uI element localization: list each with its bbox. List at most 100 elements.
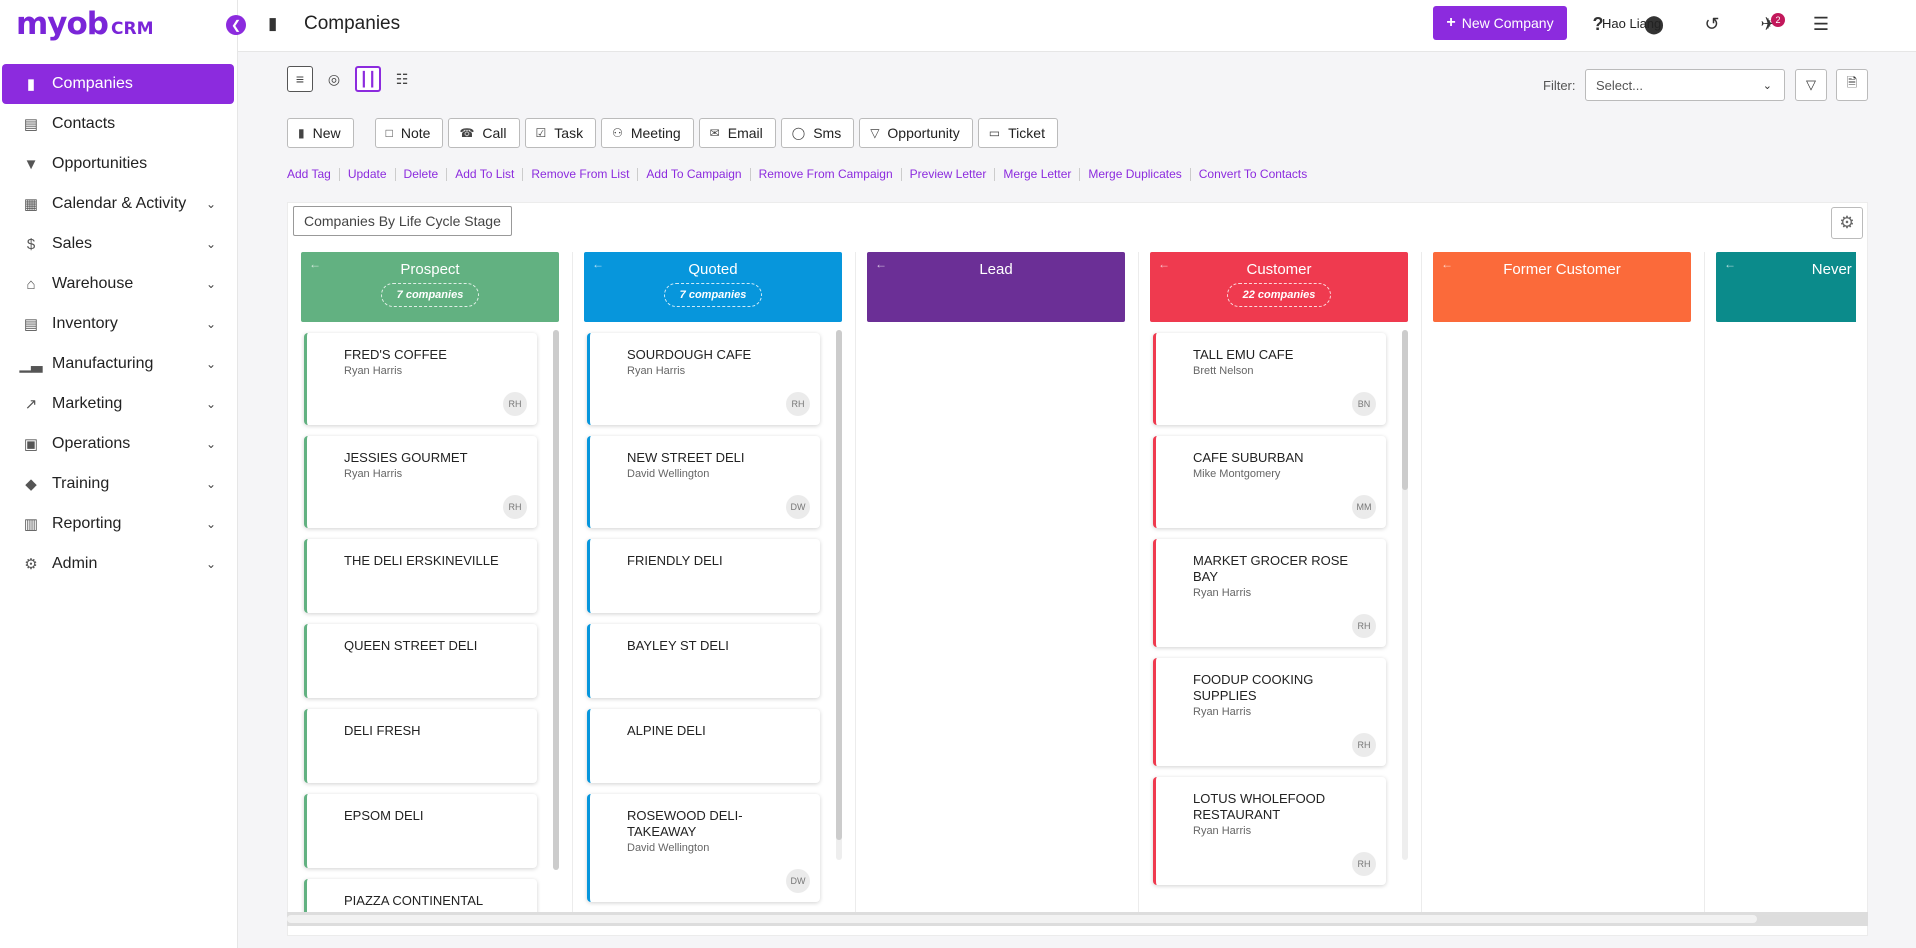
link-remove-from-list[interactable]: Remove From List — [522, 168, 637, 181]
company-card[interactable]: CAFE SUBURBAN Mike Montgomery MM — [1153, 436, 1386, 528]
sidebar-item-warehouse[interactable]: ⌂ Warehouse ⌄ — [0, 264, 238, 304]
company-card[interactable]: TALL EMU CAFE Brett Nelson BN — [1153, 333, 1386, 425]
arrow-left-icon[interactable]: ← — [309, 257, 321, 271]
link-update[interactable]: Update — [338, 168, 395, 181]
kanban-column-never-wo: ← Never Wo — [1716, 252, 1856, 916]
company-card[interactable]: FRED'S COFFEE Ryan Harris RH — [304, 333, 537, 425]
column-header[interactable]: ← Prospect 7 companies — [301, 252, 559, 322]
company-card[interactable]: MARKET GROCER ROSE BAY Ryan Harris RH — [1153, 539, 1386, 647]
arrow-left-icon[interactable]: ← — [875, 257, 887, 271]
company-card[interactable]: FRIENDLY DELI — [587, 539, 820, 613]
sidebar-item-contacts[interactable]: ▤ Contacts — [0, 104, 238, 144]
sidebar-item-opportunities[interactable]: ▼ Opportunities — [0, 144, 238, 184]
column-header[interactable]: ← Quoted 7 companies — [584, 252, 842, 322]
column-scrollbar[interactable] — [836, 330, 842, 860]
filter-select-value: Select... — [1596, 77, 1643, 93]
email-button[interactable]: ✉ Email — [698, 118, 776, 148]
column-scrollbar-thumb[interactable] — [1402, 330, 1408, 490]
new-company-button[interactable]: + New Company — [1433, 6, 1567, 40]
company-card[interactable]: EPSOM DELI — [304, 794, 537, 868]
chevron-down-icon[interactable]: ⌄ — [206, 557, 216, 571]
company-card[interactable]: JESSIES GOURMET Ryan Harris RH — [304, 436, 537, 528]
company-card[interactable]: BAYLEY ST DELI — [587, 624, 820, 698]
export-excel-button[interactable]: 🗎 — [1836, 69, 1868, 101]
history-icon[interactable]: ↺ — [1699, 11, 1725, 37]
column-scrollbar-thumb[interactable] — [836, 330, 842, 840]
arrow-left-icon[interactable]: ← — [1441, 257, 1453, 271]
user-name[interactable]: Hao Liang — [1602, 16, 1661, 31]
sidebar-item-inventory[interactable]: ▤ Inventory ⌄ — [0, 304, 238, 344]
kanban-view-icon[interactable]: ┃┃ — [355, 66, 381, 92]
company-card[interactable]: NEW STREET DELI David Wellington DW — [587, 436, 820, 528]
column-header[interactable]: ← Former Customer — [1433, 252, 1691, 322]
link-add-tag[interactable]: Add Tag — [287, 168, 339, 181]
sidebar-item-admin[interactable]: ⚙ Admin ⌄ — [0, 544, 238, 584]
horizontal-scrollbar-thumb[interactable] — [287, 915, 1757, 923]
horizontal-scrollbar[interactable] — [287, 912, 1868, 926]
sms-button[interactable]: ◯ Sms — [780, 118, 855, 148]
chevron-down-icon[interactable]: ⌄ — [206, 477, 216, 491]
task-button[interactable]: ☑ Task — [524, 118, 597, 148]
column-header[interactable]: ← Customer 22 companies — [1150, 252, 1408, 322]
company-card[interactable]: ROSEWOOD DELI-TAKEAWAY David Wellington DW — [587, 794, 820, 902]
opportunity-button[interactable]: ▽ Opportunity — [859, 118, 973, 148]
hierarchy-view-icon[interactable]: ☷ — [389, 66, 415, 92]
sidebar-item-companies[interactable]: ▮ Companies — [2, 64, 234, 104]
column-scrollbar[interactable] — [1402, 330, 1408, 860]
chevron-down-icon[interactable]: ⌄ — [206, 197, 216, 211]
chevron-down-icon[interactable]: ⌄ — [206, 517, 216, 531]
settings-sliders-icon[interactable]: ☰ — [1808, 11, 1834, 37]
arrow-left-icon[interactable]: ← — [1724, 257, 1736, 271]
sidebar-item-marketing[interactable]: ↗ Marketing ⌄ — [0, 384, 238, 424]
link-preview-letter[interactable]: Preview Letter — [900, 168, 995, 181]
company-card[interactable]: DELI FRESH — [304, 709, 537, 783]
sidebar-item-sales[interactable]: $ Sales ⌄ — [0, 224, 238, 264]
link-remove-from-campaign[interactable]: Remove From Campaign — [749, 168, 901, 181]
arrow-left-icon[interactable]: ← — [1158, 257, 1170, 271]
company-card[interactable]: QUEEN STREET DELI — [304, 624, 537, 698]
column-header[interactable]: ← Lead — [867, 252, 1125, 322]
column-scrollbar[interactable] — [553, 330, 559, 870]
bird-notification-icon[interactable]: ✈ 2 — [1755, 11, 1785, 37]
link-add-to-campaign[interactable]: Add To Campaign — [637, 168, 749, 181]
board-settings-gear-icon[interactable]: ⚙ — [1831, 207, 1863, 239]
link-delete[interactable]: Delete — [394, 168, 447, 181]
chevron-down-icon[interactable]: ⌄ — [206, 437, 216, 451]
chevron-down-icon[interactable]: ⌄ — [206, 317, 216, 331]
sidebar-item-calendar-activity[interactable]: ▦ Calendar & Activity ⌄ — [0, 184, 238, 224]
company-card[interactable]: LOTUS WHOLEFOOD RESTAURANT Ryan Harris RH — [1153, 777, 1386, 885]
column-scrollbar-thumb[interactable] — [553, 330, 559, 870]
collapse-sidebar-button[interactable]: ❮ — [226, 15, 246, 35]
company-card[interactable]: THE DELI ERSKINEVILLE — [304, 539, 537, 613]
arrow-left-icon[interactable]: ← — [592, 257, 604, 271]
ticket-button[interactable]: ▭ Ticket — [977, 118, 1058, 148]
link-convert-to-contacts[interactable]: Convert To Contacts — [1189, 168, 1316, 181]
chevron-down-icon[interactable]: ⌄ — [206, 277, 216, 291]
sidebar-item-training[interactable]: ◆ Training ⌄ — [0, 464, 238, 504]
filter-funnel-button[interactable]: ▽ — [1795, 69, 1827, 101]
company-card[interactable]: FOODUP COOKING SUPPLIES Ryan Harris RH — [1153, 658, 1386, 766]
chevron-down-icon[interactable]: ⌄ — [206, 237, 216, 251]
chevron-down-icon[interactable]: ⌄ — [206, 357, 216, 371]
company-card[interactable]: PIAZZA CONTINENTAL — [304, 879, 537, 916]
link-add-to-list[interactable]: Add To List — [446, 168, 522, 181]
note-button[interactable]: □ Note — [374, 118, 444, 148]
list-view-icon[interactable]: ≡ — [287, 66, 313, 92]
sidebar-item-operations[interactable]: ▣ Operations ⌄ — [0, 424, 238, 464]
sidebar-item-manufacturing[interactable]: ▁▃ Manufacturing ⌄ — [0, 344, 238, 384]
company-card[interactable]: ALPINE DELI — [587, 709, 820, 783]
new-button[interactable]: ▮ New — [287, 118, 354, 148]
call-button[interactable]: ☎ Call — [448, 118, 520, 148]
filter-select[interactable]: Select... ⌄ — [1585, 69, 1785, 101]
map-view-icon[interactable]: ◎ — [321, 66, 347, 92]
sidebar-item-reporting[interactable]: ▥ Reporting ⌄ — [0, 504, 238, 544]
meeting-button[interactable]: ⚇ Meeting — [601, 118, 694, 148]
board-group-by-selector[interactable]: Companies By Life Cycle Stage — [293, 206, 512, 236]
column-count-badge: 7 companies — [380, 283, 480, 307]
link-merge-duplicates[interactable]: Merge Duplicates — [1079, 168, 1189, 181]
myob-crm-logo[interactable]: myob CRM — [16, 6, 153, 50]
link-merge-letter[interactable]: Merge Letter — [994, 168, 1079, 181]
company-card[interactable]: SOURDOUGH CAFE Ryan Harris RH — [587, 333, 820, 425]
column-header[interactable]: ← Never Wo — [1716, 252, 1856, 322]
chevron-down-icon[interactable]: ⌄ — [206, 397, 216, 411]
